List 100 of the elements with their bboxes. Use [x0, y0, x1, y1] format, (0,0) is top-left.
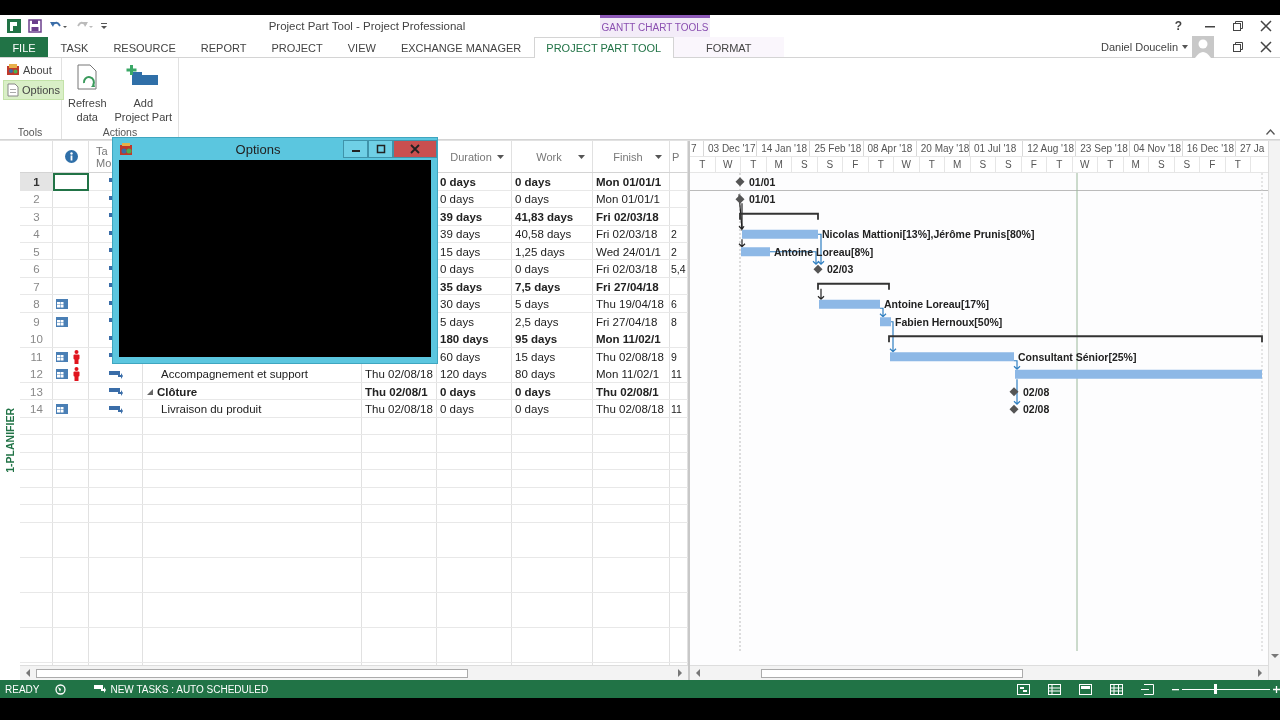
column-header[interactable]: P — [670, 150, 680, 163]
horizontal-scrollbar[interactable] — [20, 665, 688, 680]
row-number[interactable]: 7 — [20, 278, 53, 296]
milestone-marker[interactable] — [813, 264, 823, 274]
table-cell: 8 — [671, 315, 677, 328]
ribbon-tab[interactable]: VIEW — [335, 37, 389, 57]
ribbon-button[interactable]: Options — [3, 80, 64, 100]
dropdown-arrow-icon[interactable] — [578, 154, 585, 159]
ribbon-tab[interactable]: RESOURCE — [100, 37, 189, 57]
milestone-marker[interactable] — [735, 194, 745, 204]
timescale-label: S — [826, 159, 834, 170]
row-number[interactable]: 6 — [20, 260, 53, 278]
close-icon[interactable] — [1260, 20, 1272, 32]
column-header[interactable]: Ta Mo — [96, 144, 112, 169]
dropdown-arrow-icon[interactable] — [655, 154, 662, 159]
summary-bar[interactable] — [888, 335, 1263, 344]
task-name: Livraison du produit — [161, 403, 262, 416]
table-cell: 5,4 — [671, 263, 686, 276]
ribbon-tab[interactable]: TASK — [48, 37, 101, 57]
active-cell[interactable] — [53, 173, 89, 191]
summary-bar[interactable] — [739, 212, 819, 221]
row-number[interactable]: 1 — [20, 173, 53, 191]
scroll-thumb[interactable] — [760, 668, 1023, 678]
ribbon-button[interactable]: Add Project Part — [112, 61, 174, 126]
table-cell: 2,5 days — [515, 315, 559, 328]
group-label: Tools — [17, 126, 43, 138]
column-header[interactable]: Duration — [437, 141, 512, 172]
scroll-right-icon[interactable] — [1256, 669, 1264, 677]
scroll-left-icon[interactable] — [694, 669, 702, 677]
maximize-button[interactable] — [368, 140, 393, 158]
ribbon-tab[interactable]: PROJECT PART TOOL — [533, 37, 674, 58]
horizontal-scrollbar[interactable] — [690, 665, 1268, 680]
resource-label: Consultant Sénior[25%] — [1018, 350, 1137, 363]
summary-bar[interactable] — [817, 282, 890, 291]
table-cell: 180 days — [440, 333, 489, 346]
row-number[interactable]: 12 — [20, 365, 53, 383]
row-number[interactable]: 11 — [20, 348, 53, 366]
timescale-label: S — [1157, 159, 1165, 170]
table-cell: 40,58 days — [515, 228, 572, 241]
minimize-button[interactable] — [343, 140, 368, 158]
close-button[interactable] — [393, 140, 437, 158]
milestone-marker[interactable] — [1009, 387, 1019, 397]
timescale-label: T — [877, 159, 884, 170]
row-number[interactable]: 2 — [20, 190, 53, 208]
file-tab[interactable]: FILE — [0, 37, 48, 57]
collapse-ribbon-icon[interactable] — [1266, 129, 1275, 135]
maximize-icon[interactable] — [375, 144, 386, 154]
split-view-icon[interactable] — [1079, 683, 1092, 695]
ribbon-button[interactable]: About — [3, 61, 64, 78]
dialog-title: Options — [235, 141, 281, 157]
milestone-marker[interactable] — [1009, 404, 1019, 414]
task-mode-button[interactable]: NEW TASKS : AUTO SCHEDULED — [94, 683, 269, 695]
save-icon[interactable] — [28, 19, 42, 33]
timeline-view-icon[interactable] — [1141, 683, 1154, 695]
customize-icon[interactable] — [100, 21, 108, 31]
vertical-scrollbar[interactable] — [1268, 141, 1280, 680]
row-number[interactable]: 8 — [20, 295, 53, 313]
zoom-slider[interactable] — [1182, 683, 1270, 695]
app-logo-icon[interactable] — [6, 18, 22, 34]
grid-view-icon[interactable] — [1110, 683, 1123, 695]
scroll-down-icon[interactable] — [1270, 652, 1279, 660]
scroll-thumb[interactable] — [36, 668, 469, 678]
table-view-icon[interactable] — [1048, 683, 1061, 695]
user-name[interactable]: Daniel Doucelin — [1100, 41, 1178, 53]
column-header[interactable]: Finish — [593, 141, 670, 172]
ribbon-tab[interactable]: REPORT — [188, 37, 259, 57]
table-cell: Thu 02/08/1 — [596, 385, 659, 398]
app-icon — [119, 142, 133, 156]
zoom-in-icon[interactable] — [1273, 685, 1280, 693]
scroll-right-icon[interactable] — [676, 669, 684, 677]
caret-icon[interactable] — [1182, 45, 1188, 49]
column-header[interactable]: Work — [512, 141, 593, 172]
ribbon-tab[interactable]: PROJECT — [258, 37, 336, 57]
table-cell: Fri 27/04/18 — [596, 315, 658, 328]
row-number[interactable]: 4 — [20, 225, 53, 243]
row-number[interactable]: 3 — [20, 208, 53, 226]
row-number[interactable]: 13 — [20, 383, 53, 401]
gantt-view-icon[interactable] — [1017, 683, 1030, 695]
table-cell: Thu 02/08/18 — [596, 403, 664, 416]
dropdown-arrow-icon[interactable] — [497, 154, 504, 159]
row-number[interactable]: 9 — [20, 313, 53, 331]
close-icon[interactable] — [1260, 41, 1272, 53]
ribbon-button[interactable]: Refresh data — [66, 61, 109, 126]
date-label: 01/01 — [749, 193, 776, 206]
table-cell: 2 — [671, 228, 677, 241]
ribbon-tab[interactable]: FORMAT — [673, 37, 784, 57]
ribbon-tab[interactable]: EXCHANGE MANAGER — [388, 37, 534, 57]
collapse-icon[interactable] — [147, 388, 153, 395]
help-button[interactable]: ? — [1174, 19, 1182, 33]
zoom-thumb[interactable] — [1213, 684, 1217, 694]
restore-icon[interactable] — [1232, 41, 1244, 53]
resource-label: Nicolas Mattioni[13%],Jérôme Prunis[80%] — [822, 228, 1035, 241]
scroll-left-icon[interactable] — [24, 669, 32, 677]
row-number[interactable]: 5 — [20, 243, 53, 261]
resource-label: Fabien Hernoux[50%] — [895, 315, 1003, 328]
row-number[interactable]: 14 — [20, 400, 53, 418]
restore-icon[interactable] — [1232, 20, 1244, 32]
milestone-marker[interactable] — [735, 177, 745, 187]
row-number[interactable]: 10 — [20, 330, 53, 348]
document-icon — [7, 83, 19, 97]
